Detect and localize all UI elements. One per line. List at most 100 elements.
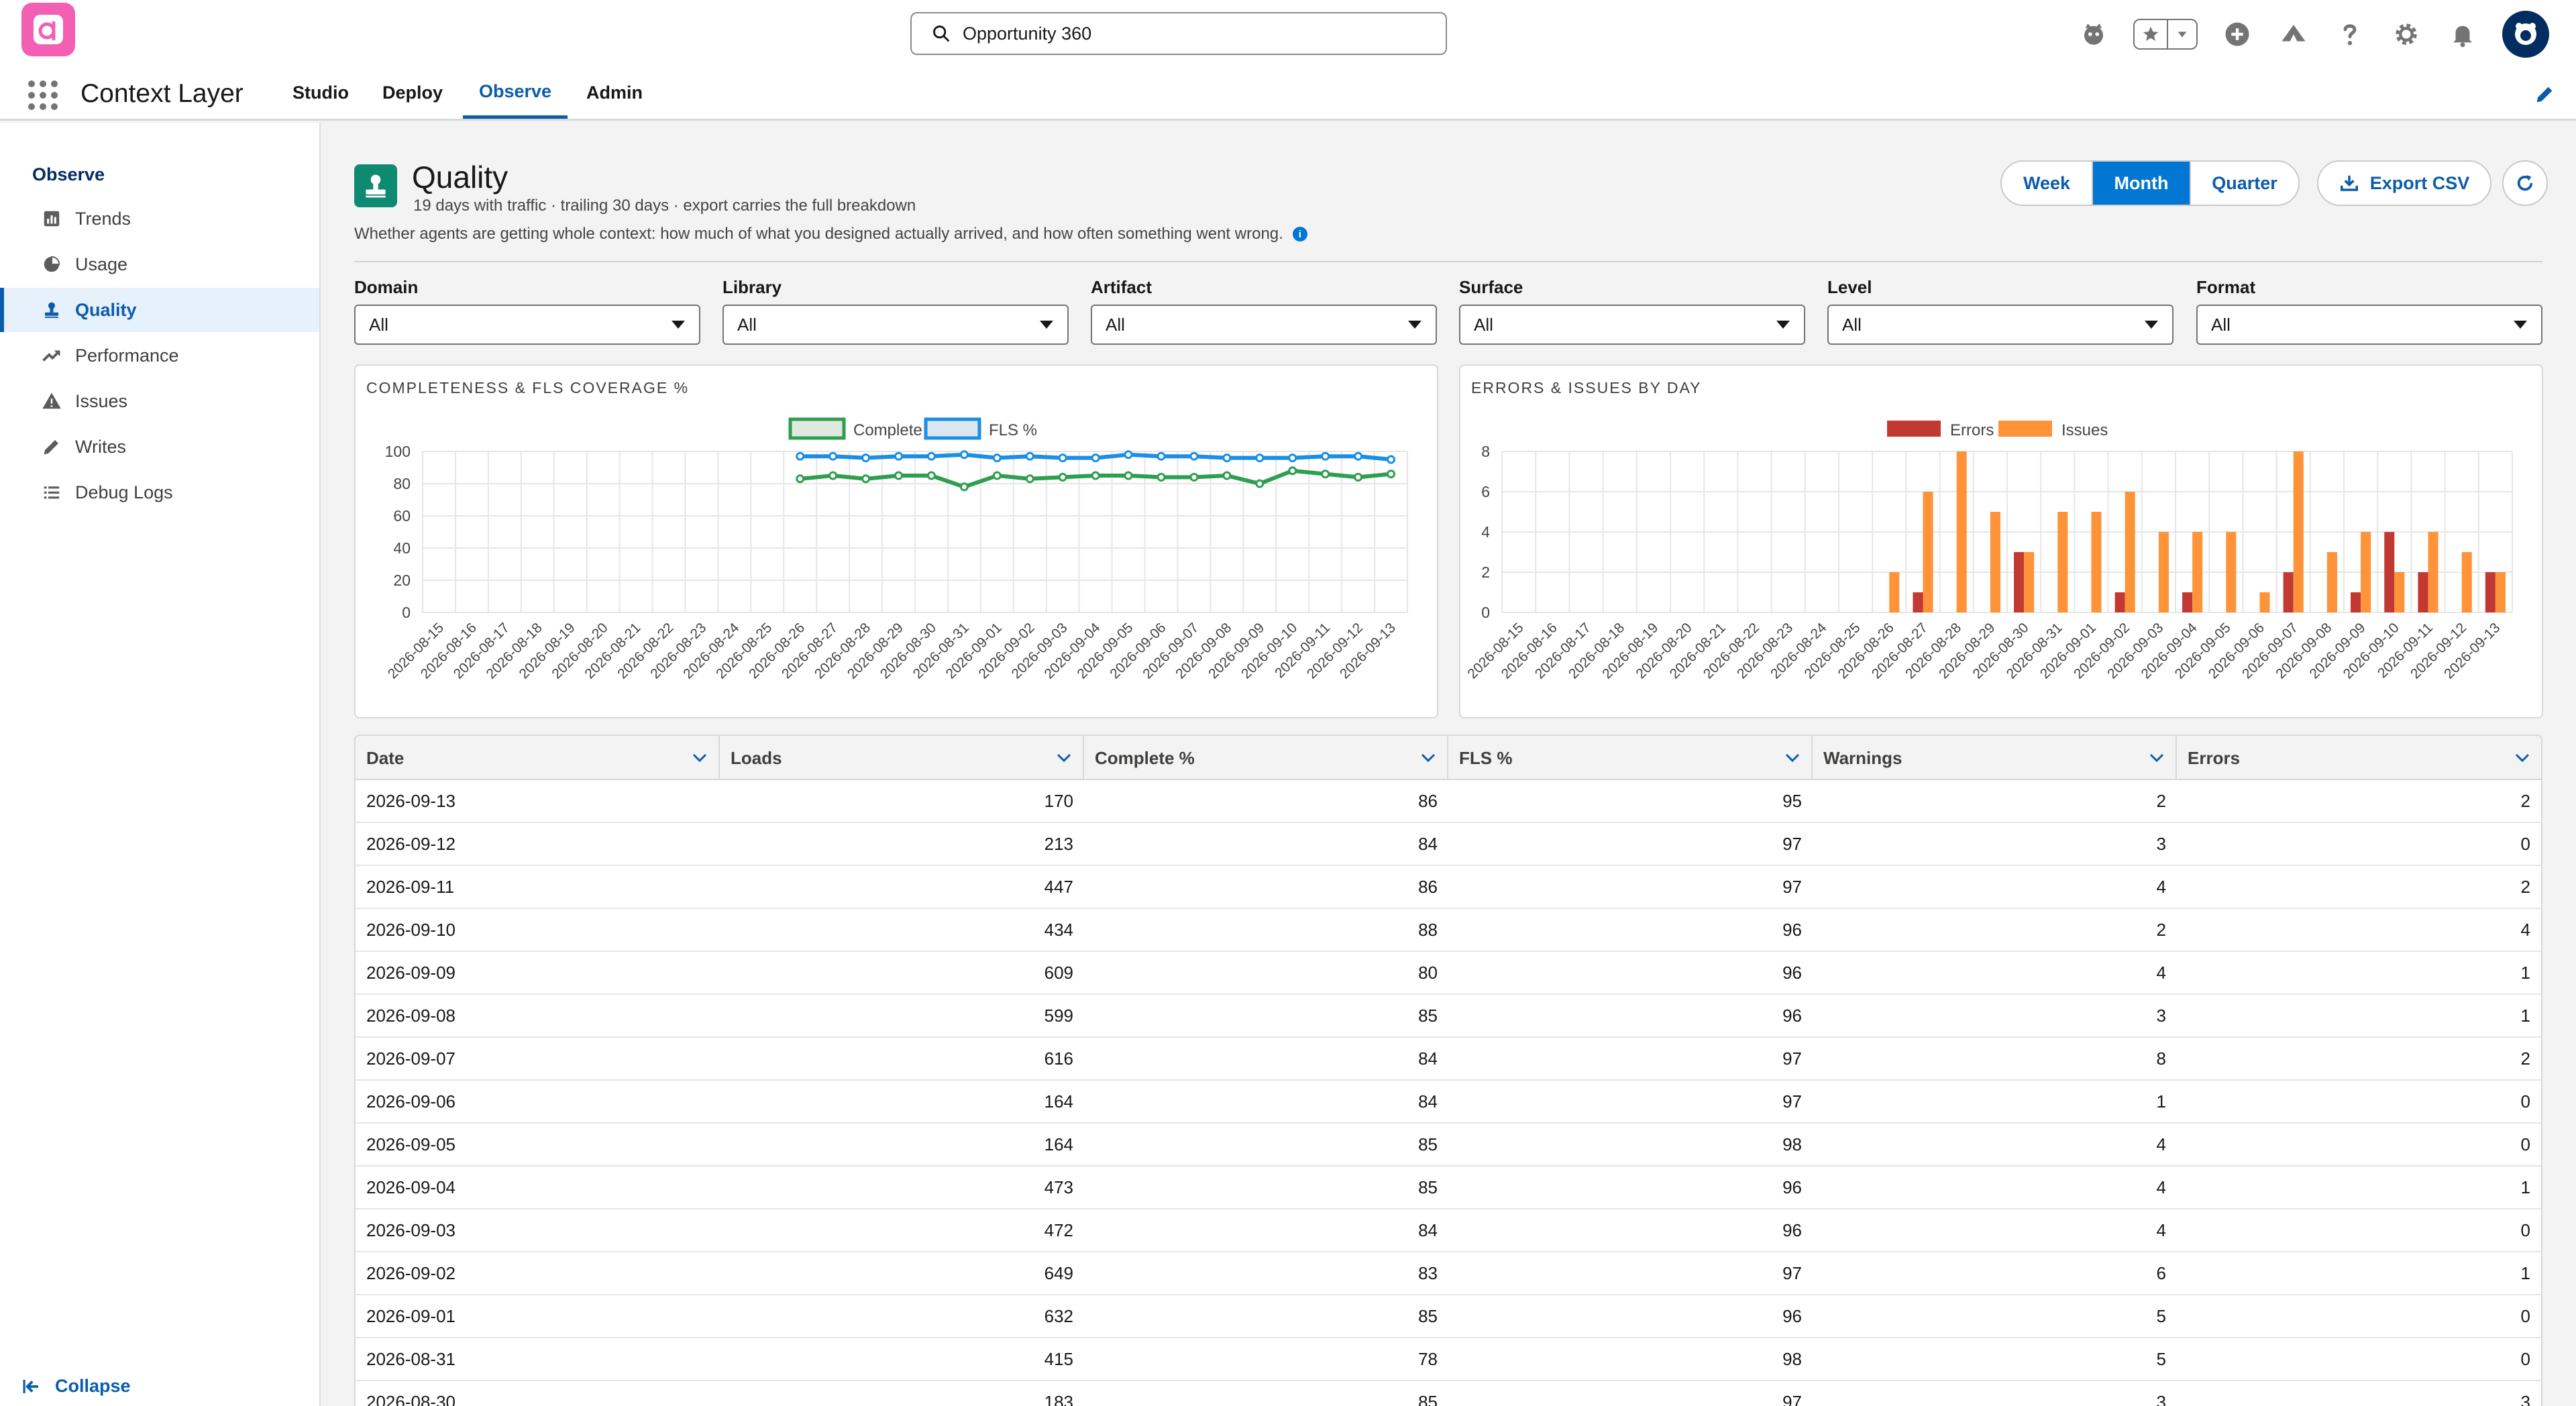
data-point (894, 471, 904, 480)
user-avatar[interactable] (2502, 11, 2549, 58)
tab-observe[interactable]: Observe (463, 67, 568, 119)
chevron-down-icon[interactable] (1784, 753, 1801, 763)
chevron-down-icon[interactable] (2149, 753, 2165, 763)
table-cell: 4 (2156, 1134, 2166, 1154)
table-header: Date Loads Complete % FLS % Warnings Errors (356, 736, 2541, 780)
data-point (1025, 474, 1034, 484)
table-row: 2026-09-12 213 84 97 3 0 (356, 823, 2541, 866)
y-tick-label: 20 (393, 572, 411, 589)
sidebar-item-label: Issues (75, 390, 128, 411)
column-header[interactable]: Warnings (1813, 736, 2177, 780)
table-cell: 2026-08-30 (366, 1391, 455, 1406)
table-cell: 2026-09-04 (366, 1177, 455, 1197)
table-row: 2026-09-03 472 84 96 4 0 (356, 1209, 2541, 1252)
bar (1990, 512, 2000, 612)
table-cell: 649 (1044, 1262, 1073, 1283)
table-cell: 84 (1418, 1220, 1438, 1240)
sidebar: Observe Trends Usage Quality Performance… (0, 123, 321, 1406)
collapse-sidebar-button[interactable]: Collapse (21, 1376, 131, 1397)
table-cell: 98 (1782, 1348, 1802, 1369)
chevron-down-icon[interactable] (1420, 753, 1436, 763)
bar (1956, 451, 1967, 612)
sidebar-item-quality[interactable]: Quality (0, 288, 319, 332)
sidebar-item-trends[interactable]: Trends (0, 197, 319, 241)
column-header-label: Errors (2188, 747, 2241, 768)
notifications-button[interactable] (2446, 17, 2479, 51)
trailhead-button[interactable] (2277, 17, 2310, 51)
chevron-down-icon[interactable] (1056, 753, 1072, 763)
column-header[interactable]: Loads (720, 736, 1084, 780)
sidebar-item-writes[interactable]: Writes (0, 425, 319, 469)
filter-label: Level (1827, 277, 1872, 297)
tab-admin[interactable]: Admin (570, 67, 659, 119)
setup-button[interactable] (2390, 17, 2423, 51)
agent-icon[interactable] (2077, 17, 2110, 51)
bar (1913, 592, 1923, 612)
range-week-button[interactable]: Week (2002, 162, 2093, 205)
warning-icon (42, 392, 61, 409)
data-point (1091, 471, 1100, 480)
bar (2418, 572, 2428, 612)
help-button[interactable] (2333, 17, 2367, 51)
filter-surface-select[interactable]: All (1459, 305, 1805, 345)
filter-format-select[interactable]: All (2196, 305, 2542, 345)
table-cell: 0 (2520, 1348, 2530, 1369)
sidebar-item-performance[interactable]: Performance (0, 333, 319, 378)
filter-domain-select[interactable]: All (354, 305, 700, 345)
data-point (959, 482, 969, 492)
sidebar-item-issues[interactable]: Issues (0, 379, 319, 423)
filter-library-select[interactable]: All (722, 305, 1069, 345)
refresh-button[interactable] (2502, 160, 2548, 206)
table-cell: 3 (2520, 1391, 2530, 1406)
table-cell: 0 (2520, 833, 2530, 854)
tab-deploy[interactable]: Deploy (366, 67, 459, 119)
star-icon (2143, 26, 2159, 41)
range-month-button[interactable]: Month (2093, 162, 2191, 205)
favorites-star-button[interactable] (2135, 20, 2168, 48)
filter-label: Library (722, 277, 782, 297)
column-header[interactable]: Date (356, 736, 720, 780)
range-quarter-button[interactable]: Quarter (2191, 162, 2298, 205)
app-launcher-icon[interactable] (28, 80, 58, 110)
favorites-menu-button[interactable] (2168, 20, 2196, 48)
main-content: Quality 19 days with traffic · trailing … (321, 123, 2576, 1406)
gear-icon (2396, 23, 2417, 45)
table-cell: 86 (1418, 876, 1438, 897)
tab-studio[interactable]: Studio (276, 67, 365, 119)
table-cell: 2 (2520, 876, 2530, 897)
chevron-down-icon[interactable] (2514, 753, 2530, 763)
app-logo[interactable] (21, 3, 75, 56)
pencil-icon (44, 440, 58, 455)
info-icon[interactable]: i (1292, 227, 1307, 241)
data-point (1255, 453, 1265, 463)
filter-label: Domain (354, 277, 419, 297)
chevron-down-icon[interactable] (692, 753, 708, 763)
table-cell: 2 (2520, 1048, 2530, 1069)
bar (2485, 572, 2496, 612)
filter-level-select[interactable]: All (1827, 305, 2174, 345)
filter-value: All (369, 314, 388, 335)
legend-swatch (788, 417, 846, 440)
column-header[interactable]: Errors (2177, 736, 2541, 780)
filter-artifact-select[interactable]: All (1091, 305, 1437, 345)
data-point (1091, 453, 1100, 463)
caret-down-icon (1040, 321, 1053, 329)
column-header[interactable]: Complete % (1084, 736, 1448, 780)
sidebar-item-usage[interactable]: Usage (0, 242, 319, 286)
caret-down-icon (1408, 321, 1421, 329)
column-header-label: Warnings (1823, 747, 1902, 768)
trend-icon (42, 350, 60, 362)
table-cell: 164 (1044, 1091, 1073, 1112)
edit-nav-pencil-icon[interactable] (2533, 83, 2556, 106)
page-subtitle: 19 days with traffic · trailing 30 days … (413, 197, 916, 215)
export-csv-button[interactable]: Export CSV (2317, 160, 2491, 206)
sidebar-item-debug-logs[interactable]: Debug Logs (0, 470, 319, 515)
global-search-input[interactable]: Opportunity 360 (910, 12, 1447, 55)
bar (2428, 532, 2438, 612)
table-cell: 213 (1044, 833, 1073, 854)
column-header[interactable]: FLS % (1448, 736, 1813, 780)
table-cell: 2026-09-05 (366, 1134, 455, 1154)
completeness-chart-card: COMPLETENESS & FLS COVERAGE % 0 20 40 60 80 1… (354, 364, 1438, 718)
bar (2024, 552, 2035, 612)
global-create-button[interactable] (2220, 17, 2254, 51)
